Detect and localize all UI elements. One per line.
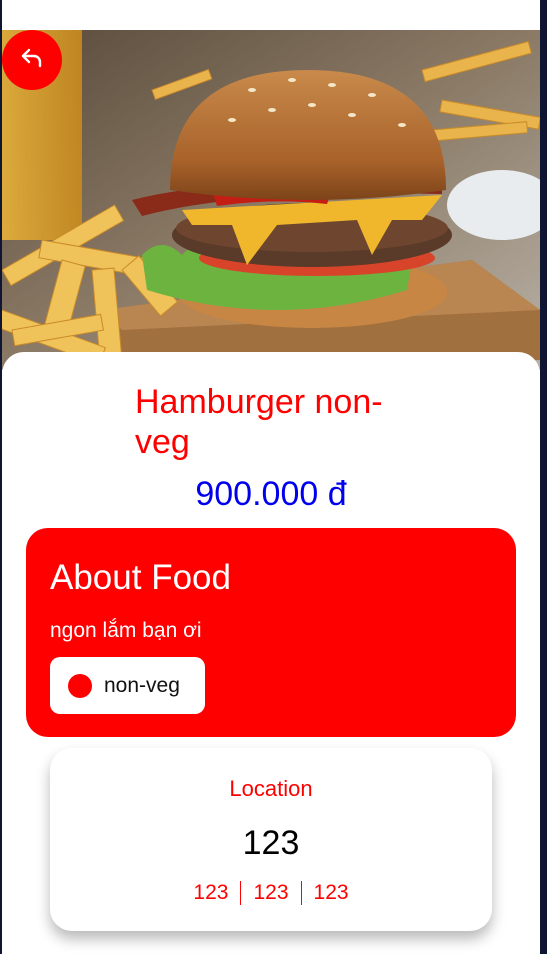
back-arrow-icon: [19, 45, 45, 76]
location-title: Location: [229, 776, 313, 801]
location-card: Location 123 123 123 123: [50, 748, 492, 931]
about-description: ngon lắm bạn ơi: [50, 619, 202, 642]
location-detail: 123: [253, 881, 289, 904]
about-heading: About Food: [50, 558, 231, 597]
food-type-label: non-veg: [104, 673, 180, 697]
product-price: 900.000 đ: [195, 475, 347, 513]
non-veg-dot-icon: [68, 673, 92, 698]
food-image: [2, 30, 540, 370]
about-food-card: About Food ngon lắm bạn ơi non-veg: [26, 528, 516, 737]
back-button[interactable]: [2, 30, 62, 90]
screen: Hamburger non-veg 900.000 đ About Food n…: [2, 0, 540, 954]
location-value: 123: [242, 824, 300, 862]
location-details: 123 123 123: [50, 880, 492, 906]
location-detail: 123: [313, 881, 349, 904]
location-detail: 123: [193, 881, 229, 904]
product-name: Hamburger non-veg: [135, 383, 383, 461]
food-type-tag: non-veg: [50, 657, 205, 714]
